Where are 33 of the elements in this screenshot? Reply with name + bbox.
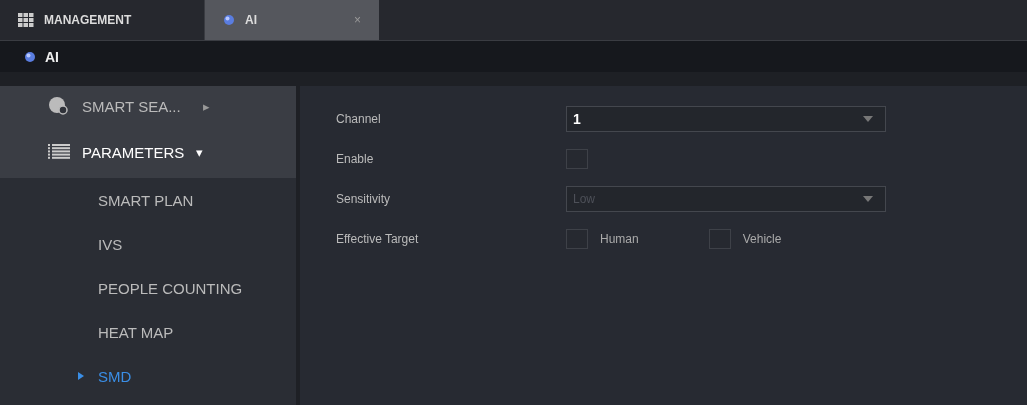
submenu-item[interactable]: SMD (0, 354, 296, 398)
field-label: Sensitivity (336, 192, 392, 206)
tab-label: MANAGEMENT (44, 13, 132, 27)
checkbox[interactable] (708, 229, 731, 249)
caret-down-icon (863, 196, 873, 202)
camera-search-icon (48, 96, 70, 116)
menu-label: SMART SEA... (82, 97, 181, 115)
menu-item[interactable]: SMART SEA... ▸ (0, 86, 296, 126)
caret-down-icon: ▾ (196, 144, 204, 160)
option-label: Human (600, 232, 639, 246)
option-label: Vehicle (742, 232, 782, 246)
field-label: Enable (336, 152, 375, 166)
submenu-item[interactable]: SMART PLAN (0, 178, 296, 222)
checkbox[interactable] (566, 149, 588, 169)
sphere-icon (24, 50, 36, 63)
menu-label: PARAMETERS (82, 143, 185, 161)
list-icon (48, 144, 70, 160)
field-label: Effective Target (336, 232, 420, 246)
field-label: Channel (336, 112, 382, 126)
caret-right-icon: ▸ (202, 98, 210, 114)
page-title: AI (45, 48, 59, 65)
tab-label: AI (245, 13, 257, 27)
submenu-item[interactable]: HEAT MAP (0, 310, 296, 354)
top-tab[interactable]: AI × (205, 0, 379, 40)
caret-down-icon (863, 116, 873, 122)
pointer-icon (78, 372, 84, 380)
dropdown[interactable]: 1 (566, 106, 886, 132)
sphere-icon (223, 14, 235, 26)
menu-item[interactable]: PARAMETERS ▾ (0, 126, 296, 178)
submenu-item[interactable]: IVS (0, 222, 296, 266)
checkbox[interactable] (566, 229, 588, 249)
grid-icon (18, 13, 34, 27)
submenu-item[interactable]: PEOPLE COUNTING (0, 266, 296, 310)
